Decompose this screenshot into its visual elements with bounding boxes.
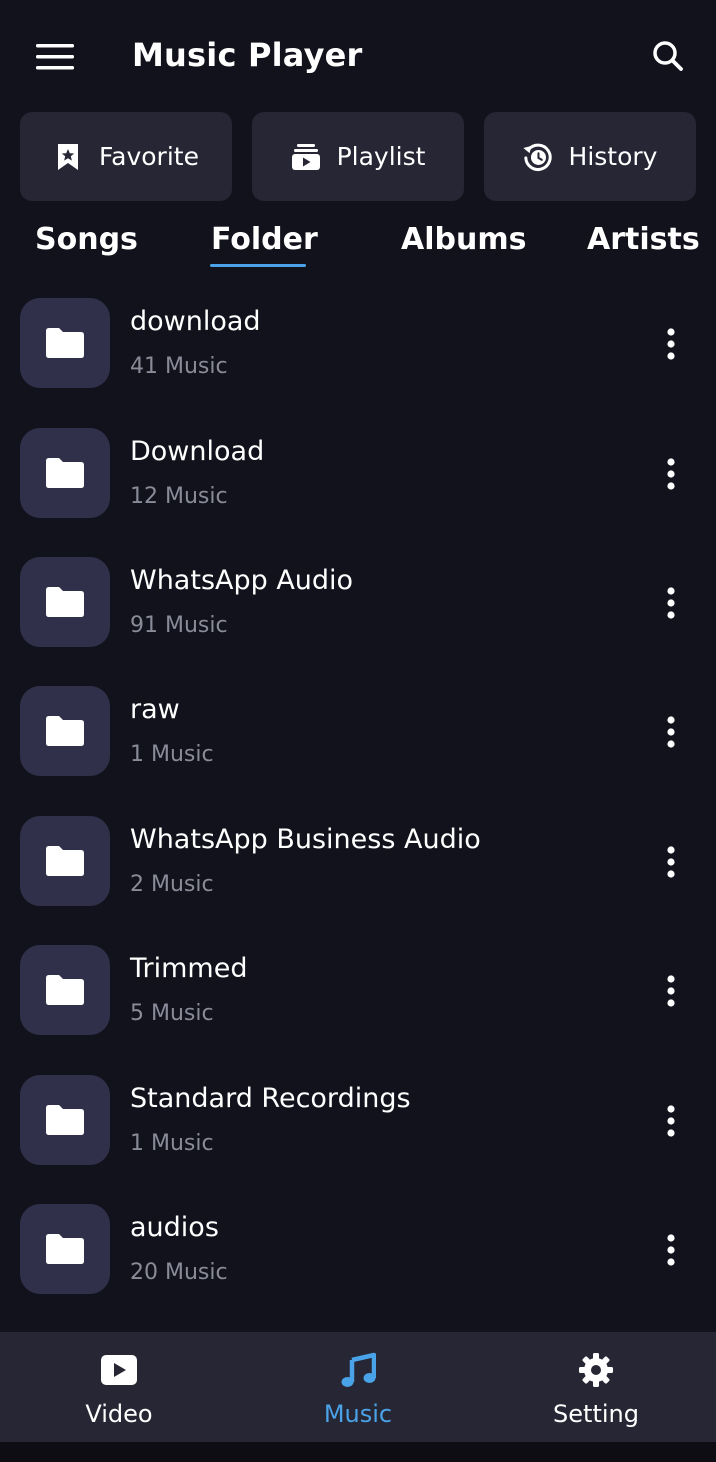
nav-music[interactable]: Music xyxy=(258,1332,458,1442)
folder-item[interactable]: Trimmed 5 Music xyxy=(0,945,716,1045)
nav-video[interactable]: Video xyxy=(19,1332,219,1442)
more-options-icon[interactable] xyxy=(654,583,688,623)
folder-count: 41 Music xyxy=(130,354,228,379)
playlist-icon xyxy=(291,142,321,172)
nav-setting-label: Setting xyxy=(553,1400,639,1428)
bottom-navigation: Video Music Setting xyxy=(0,1332,716,1442)
music-player-screen: Music Player Favorite Playlist History S… xyxy=(0,0,716,1462)
system-navigation-bar xyxy=(0,1442,716,1462)
playlist-label: Playlist xyxy=(336,142,426,171)
folder-count: 91 Music xyxy=(130,613,228,638)
nav-music-label: Music xyxy=(323,1400,393,1428)
folder-item[interactable]: raw 1 Music xyxy=(0,686,716,786)
history-label: History xyxy=(568,142,658,171)
page-title: Music Player xyxy=(132,36,363,74)
favorite-button[interactable]: Favorite xyxy=(20,112,232,201)
folder-icon xyxy=(20,428,110,518)
folder-item[interactable]: WhatsApp Business Audio 2 Music xyxy=(0,816,716,916)
bookmark-star-icon xyxy=(53,142,83,172)
folder-name: download xyxy=(130,306,261,337)
folder-count: 12 Music xyxy=(130,484,228,509)
more-options-icon[interactable] xyxy=(654,712,688,752)
favorite-label: Favorite xyxy=(99,142,199,171)
app-header: Music Player xyxy=(0,0,716,110)
folder-icon xyxy=(20,686,110,776)
folder-item[interactable]: Standard Recordings 1 Music xyxy=(0,1075,716,1175)
hamburger-menu-icon[interactable] xyxy=(36,42,76,72)
more-options-icon[interactable] xyxy=(654,1101,688,1141)
nav-setting[interactable]: Setting xyxy=(496,1332,696,1442)
folder-name: Download xyxy=(130,436,265,467)
tab-folder[interactable]: Folder xyxy=(211,222,318,257)
folder-count: 1 Music xyxy=(130,1131,214,1156)
gear-icon xyxy=(578,1352,614,1388)
tab-songs[interactable]: Songs xyxy=(35,222,138,257)
nav-video-label: Video xyxy=(85,1400,153,1428)
video-play-icon xyxy=(101,1352,137,1388)
more-options-icon[interactable] xyxy=(654,1230,688,1270)
folder-name: audios xyxy=(130,1212,219,1243)
folder-icon xyxy=(20,1204,110,1294)
folder-item[interactable]: WhatsApp Audio 91 Music xyxy=(0,557,716,657)
folder-icon xyxy=(20,1075,110,1165)
folder-count: 1 Music xyxy=(130,742,214,767)
playlist-button[interactable]: Playlist xyxy=(252,112,464,201)
folder-icon xyxy=(20,816,110,906)
folder-count: 2 Music xyxy=(130,872,214,897)
history-icon xyxy=(522,142,553,172)
more-options-icon[interactable] xyxy=(654,454,688,494)
folder-item[interactable]: Download 12 Music xyxy=(0,428,716,528)
folder-item[interactable]: download 41 Music xyxy=(0,298,716,398)
tab-artists[interactable]: Artists xyxy=(587,222,700,257)
active-tab-indicator xyxy=(210,264,306,267)
search-icon[interactable] xyxy=(650,38,686,74)
folder-icon xyxy=(20,945,110,1035)
folder-item[interactable]: audios 20 Music xyxy=(0,1204,716,1304)
more-options-icon[interactable] xyxy=(654,842,688,882)
tab-albums[interactable]: Albums xyxy=(401,222,526,257)
history-button[interactable]: History xyxy=(484,112,696,201)
folder-name: WhatsApp Business Audio xyxy=(130,824,481,855)
folder-name: Standard Recordings xyxy=(130,1083,411,1114)
more-options-icon[interactable] xyxy=(654,971,688,1011)
music-note-icon xyxy=(340,1352,376,1388)
folder-name: Trimmed xyxy=(130,953,248,984)
folder-name: WhatsApp Audio xyxy=(130,565,354,596)
folder-icon xyxy=(20,298,110,388)
folder-count: 5 Music xyxy=(130,1001,214,1026)
folder-name: raw xyxy=(130,694,180,725)
more-options-icon[interactable] xyxy=(654,324,688,364)
folder-icon xyxy=(20,557,110,647)
folder-count: 20 Music xyxy=(130,1260,228,1285)
